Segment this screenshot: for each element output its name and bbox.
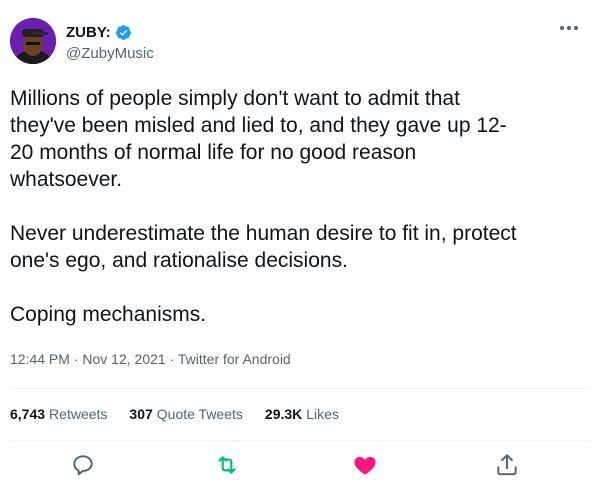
tweet-date[interactable]: Nov 12, 2021: [82, 351, 165, 367]
meta-separator: ·: [169, 351, 178, 367]
like-icon[interactable]: [352, 452, 378, 478]
tweet-stats: 6,743 Retweets 307 Quote Tweets 29.3K Likes: [10, 406, 361, 422]
likes-label: Likes: [306, 406, 339, 422]
divider: [10, 440, 590, 441]
retweet-icon[interactable]: [214, 452, 240, 478]
display-name[interactable]: ZUBY:: [66, 24, 111, 41]
divider: [10, 388, 590, 389]
tweet-card: ZUBY: @ZubyMusic Millions of people simp…: [0, 0, 600, 491]
share-icon[interactable]: [494, 452, 520, 478]
retweets-count: 6,743: [10, 406, 46, 422]
verified-badge-icon: [115, 25, 131, 40]
reply-icon[interactable]: [70, 452, 96, 478]
more-icon[interactable]: [558, 21, 580, 35]
avatar[interactable]: [10, 18, 56, 64]
tweet-metadata: 12:44 PM · Nov 12, 2021 · Twitter for An…: [10, 351, 291, 367]
quote-tweets-count: 307: [129, 406, 153, 422]
retweets-label: Retweets: [49, 406, 108, 422]
avatar-image: [10, 18, 56, 64]
user-handle[interactable]: @ZubyMusic: [66, 45, 154, 62]
likes-count: 29.3K: [264, 406, 303, 422]
tweet-source[interactable]: Twitter for Android: [178, 351, 291, 367]
tweet-time[interactable]: 12:44 PM: [10, 351, 70, 367]
likes-stat[interactable]: 29.3K Likes: [265, 406, 339, 422]
tweet-text: Millions of people simply don't want to …: [10, 87, 517, 326]
action-bar: [0, 452, 600, 482]
quote-tweets-stat[interactable]: 307 Quote Tweets: [129, 406, 243, 422]
author-name-row[interactable]: ZUBY:: [66, 24, 132, 41]
quote-tweets-label: Quote Tweets: [156, 406, 243, 422]
retweets-stat[interactable]: 6,743 Retweets: [10, 406, 107, 422]
